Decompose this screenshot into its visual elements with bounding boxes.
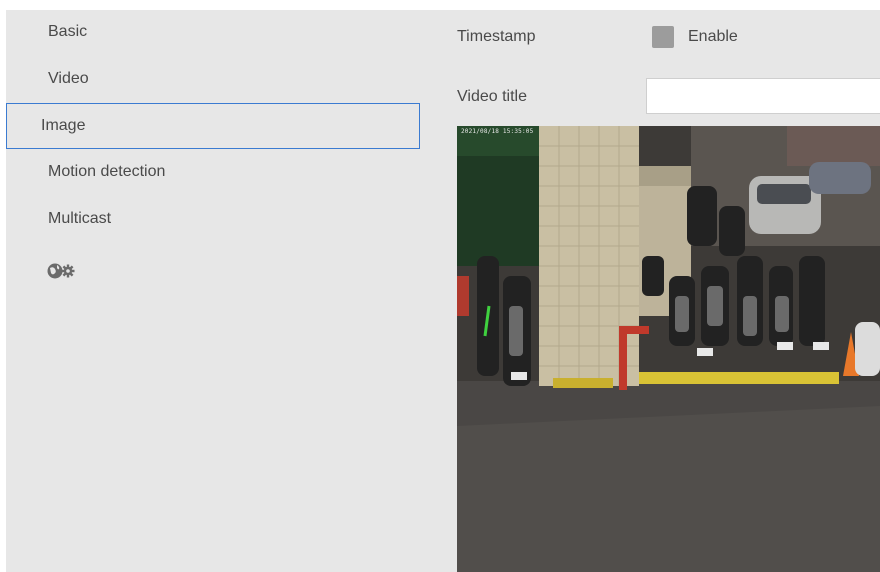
timestamp-enable-checkbox[interactable] bbox=[652, 26, 674, 48]
timestamp-label: Timestamp bbox=[457, 28, 536, 45]
video-title-input[interactable] bbox=[646, 78, 880, 114]
sidebar-item-label: Basic bbox=[48, 23, 88, 40]
app-window: Basic Video Image Motion detection Multi… bbox=[6, 10, 880, 572]
sidebar-item-label: Video bbox=[48, 70, 89, 87]
sidebar-item-image[interactable]: Image bbox=[6, 103, 420, 149]
sidebar-item-motion-detection[interactable]: Motion detection bbox=[6, 150, 420, 196]
sidebar-item-label: Image bbox=[41, 117, 86, 134]
camera-preview-image bbox=[457, 126, 880, 572]
timestamp-enable-label[interactable]: Enable bbox=[688, 28, 738, 46]
sidebar-item-label: Multicast bbox=[48, 210, 112, 227]
preview-timestamp-overlay: 2021/08/18 15:35:05 bbox=[461, 128, 534, 135]
sidebar-item-label: Motion detection bbox=[48, 163, 166, 180]
camera-preview: 2021/08/18 15:35:05 bbox=[457, 126, 880, 572]
sidebar-item-multicast[interactable]: Multicast bbox=[6, 197, 420, 243]
sidebar-item-basic[interactable]: Basic bbox=[6, 10, 420, 56]
sidebar-item-video[interactable]: Video bbox=[6, 57, 420, 103]
settings-sidebar: Basic Video Image Motion detection Multi… bbox=[6, 10, 426, 572]
video-title-label: Video title bbox=[457, 88, 527, 105]
globe-gear-icon[interactable] bbox=[46, 260, 82, 282]
